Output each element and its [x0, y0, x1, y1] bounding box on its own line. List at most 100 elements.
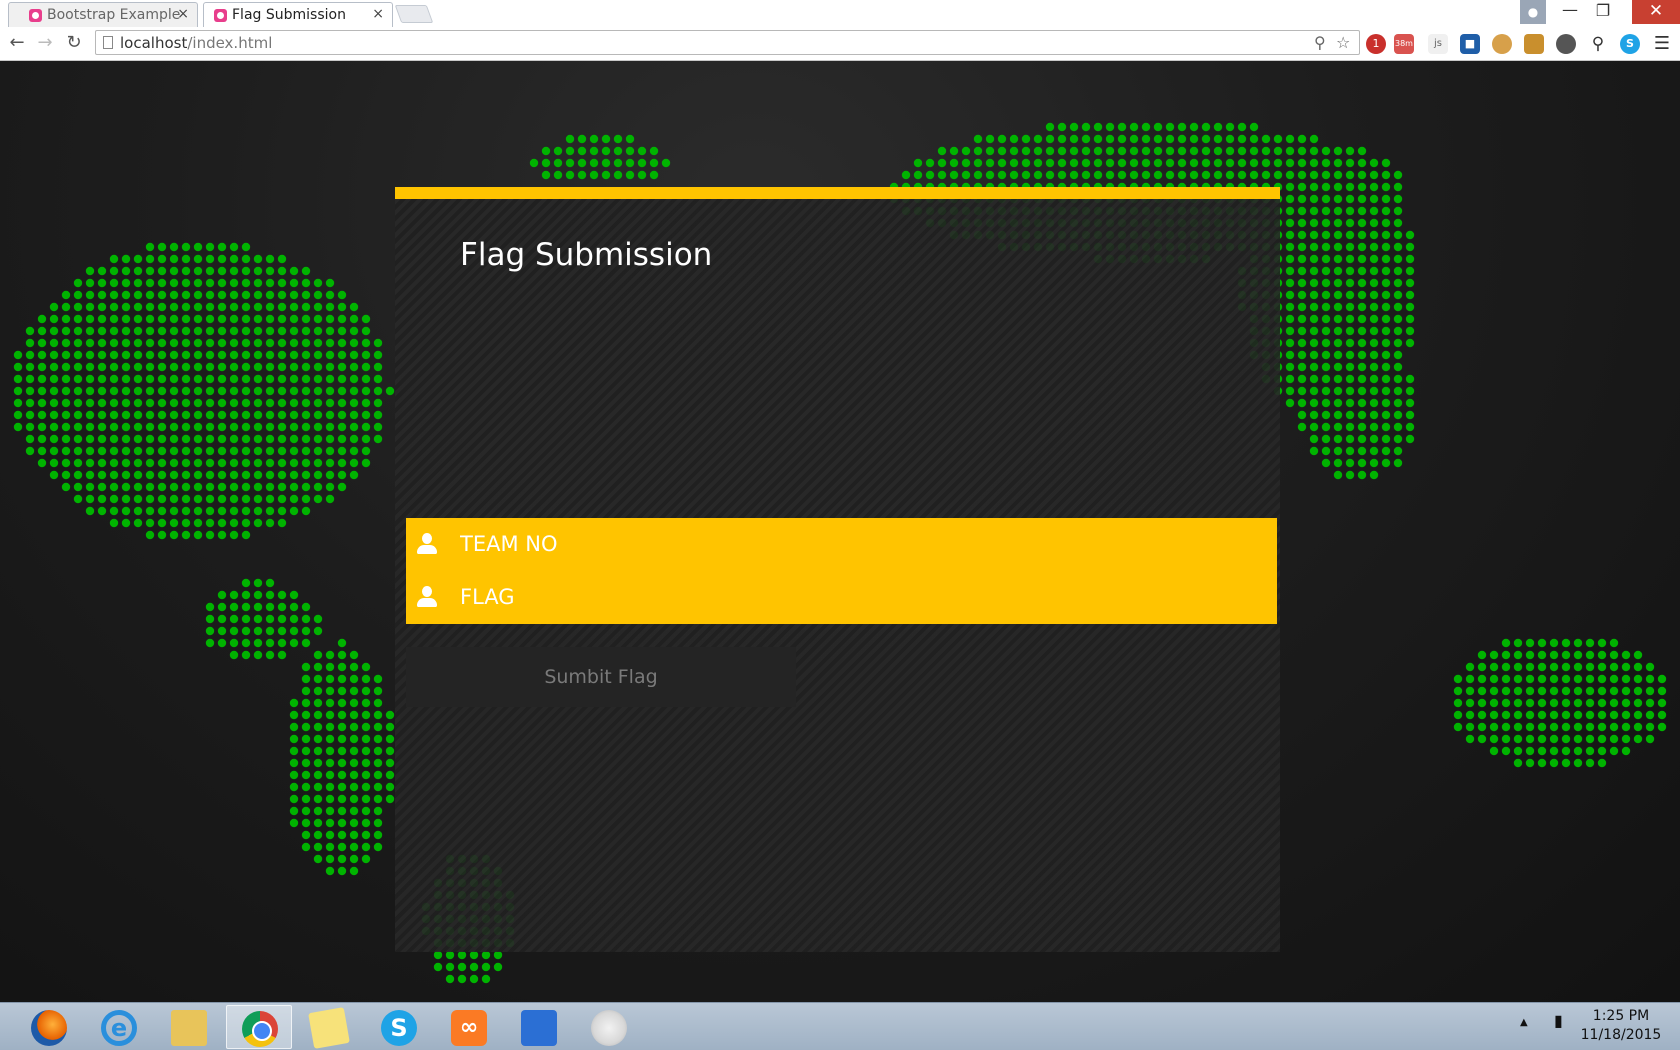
map-dot	[241, 578, 251, 588]
map-dot	[313, 362, 323, 372]
forward-arrow-icon[interactable]: →	[34, 32, 56, 54]
adblock-extension-icon[interactable]: 1	[1366, 34, 1386, 54]
map-dot	[289, 746, 299, 756]
map-dot	[253, 326, 263, 336]
map-dot	[25, 362, 35, 372]
taskbar-file-explorer[interactable]	[156, 1005, 222, 1049]
map-dot	[1621, 686, 1631, 696]
battery-icon[interactable]: ▮	[1554, 1011, 1563, 1030]
search-extension-icon[interactable]: ⚲	[1588, 34, 1608, 54]
map-dot	[205, 506, 215, 516]
tab-bootstrap-example[interactable]: Bootstrap Example ×	[8, 2, 198, 27]
map-dot	[301, 842, 311, 852]
taskbar-blue-app[interactable]	[506, 1005, 572, 1049]
map-dot	[349, 470, 359, 480]
clock[interactable]: 1:25 PM 11/18/2015	[1576, 1007, 1666, 1045]
map-dot	[1393, 254, 1403, 264]
tab-close-icon[interactable]: ×	[177, 6, 189, 22]
browser-tab-bar: Bootstrap Example × Flag Submission × ● …	[0, 0, 1680, 27]
map-dot	[61, 470, 71, 480]
map-dot	[1489, 722, 1499, 732]
map-dot	[277, 398, 287, 408]
map-dot	[289, 398, 299, 408]
map-dot	[1345, 422, 1355, 432]
taskbar-skype[interactable]: S	[366, 1005, 432, 1049]
map-dot	[1393, 206, 1403, 216]
js-extension-icon[interactable]: js	[1428, 34, 1448, 54]
map-dot	[61, 350, 71, 360]
map-dot	[241, 494, 251, 504]
minimize-button[interactable]: —	[1556, 0, 1584, 24]
chrome-menu-icon[interactable]: ☰	[1652, 34, 1672, 54]
map-dot	[589, 170, 599, 180]
map-dot	[133, 494, 143, 504]
map-dot	[1141, 134, 1151, 144]
map-dot	[121, 278, 131, 288]
taskbar-internet-explorer[interactable]: e	[86, 1005, 152, 1049]
taskbar-paint[interactable]	[576, 1005, 642, 1049]
map-dot	[1285, 242, 1295, 252]
reload-icon[interactable]: ↻	[63, 32, 85, 54]
timer-extension-icon[interactable]: 38m	[1394, 34, 1414, 54]
cookie-extension-icon[interactable]	[1492, 34, 1512, 54]
map-dot	[1309, 230, 1319, 240]
cookie-editor-extension-icon[interactable]	[1524, 34, 1544, 54]
flag-input[interactable]	[460, 581, 1260, 613]
tray-expand-icon[interactable]: ▲	[1520, 1017, 1528, 1028]
skype-extension-icon[interactable]: S	[1620, 34, 1640, 54]
new-tab-button[interactable]	[394, 5, 434, 23]
address-bar[interactable]: localhost/index.html ⚲ ☆	[95, 30, 1360, 55]
taskbar-chrome[interactable]	[226, 1005, 292, 1049]
team-no-input[interactable]	[460, 528, 1260, 560]
taskbar-firefox[interactable]	[16, 1005, 82, 1049]
map-dot	[1573, 650, 1583, 660]
map-dot	[229, 350, 239, 360]
map-dot	[361, 710, 371, 720]
map-dot	[1489, 650, 1499, 660]
tab-close-icon[interactable]: ×	[372, 6, 384, 22]
map-dot	[253, 602, 263, 612]
tab-flag-submission[interactable]: Flag Submission ×	[203, 2, 393, 27]
map-dot	[337, 710, 347, 720]
close-window-button[interactable]: ✕	[1632, 0, 1680, 24]
map-dot	[337, 386, 347, 396]
map-dot	[109, 290, 119, 300]
map-dot	[1357, 470, 1367, 480]
submit-flag-button[interactable]: Sumbit Flag	[406, 647, 796, 707]
film-extension-icon[interactable]	[1556, 34, 1576, 54]
taskbar-xampp[interactable]: ∞	[436, 1005, 502, 1049]
map-dot	[49, 470, 59, 480]
map-dot	[1333, 278, 1343, 288]
map-dot	[325, 314, 335, 324]
map-dot	[133, 362, 143, 372]
map-dot	[385, 710, 395, 720]
map-dot	[229, 494, 239, 504]
user-profile-icon[interactable]: ●	[1520, 0, 1546, 24]
taskbar-sticky-notes[interactable]	[296, 1005, 362, 1049]
maximize-button[interactable]: ❐	[1588, 0, 1618, 24]
zoom-icon[interactable]: ⚲	[1314, 33, 1326, 52]
back-arrow-icon[interactable]: ←	[6, 32, 28, 54]
map-dot	[169, 362, 179, 372]
bookmark-star-icon[interactable]: ☆	[1336, 33, 1350, 52]
map-dot	[1285, 218, 1295, 228]
map-dot	[229, 374, 239, 384]
map-dot	[1357, 434, 1367, 444]
map-dot	[1621, 674, 1631, 684]
map-dot	[1381, 170, 1391, 180]
map-dot	[301, 302, 311, 312]
map-dot	[1357, 374, 1367, 384]
map-dot	[301, 494, 311, 504]
map-dot	[1141, 158, 1151, 168]
map-dot	[121, 302, 131, 312]
map-dot	[265, 494, 275, 504]
map-dot	[1045, 122, 1055, 132]
map-dot	[193, 470, 203, 480]
map-dot	[229, 386, 239, 396]
map-dot	[1549, 662, 1559, 672]
map-dot	[1189, 146, 1199, 156]
map-dot	[1297, 338, 1307, 348]
map-dot	[205, 302, 215, 312]
map-dot	[181, 338, 191, 348]
blue-extension-icon[interactable]: ■	[1460, 34, 1480, 54]
